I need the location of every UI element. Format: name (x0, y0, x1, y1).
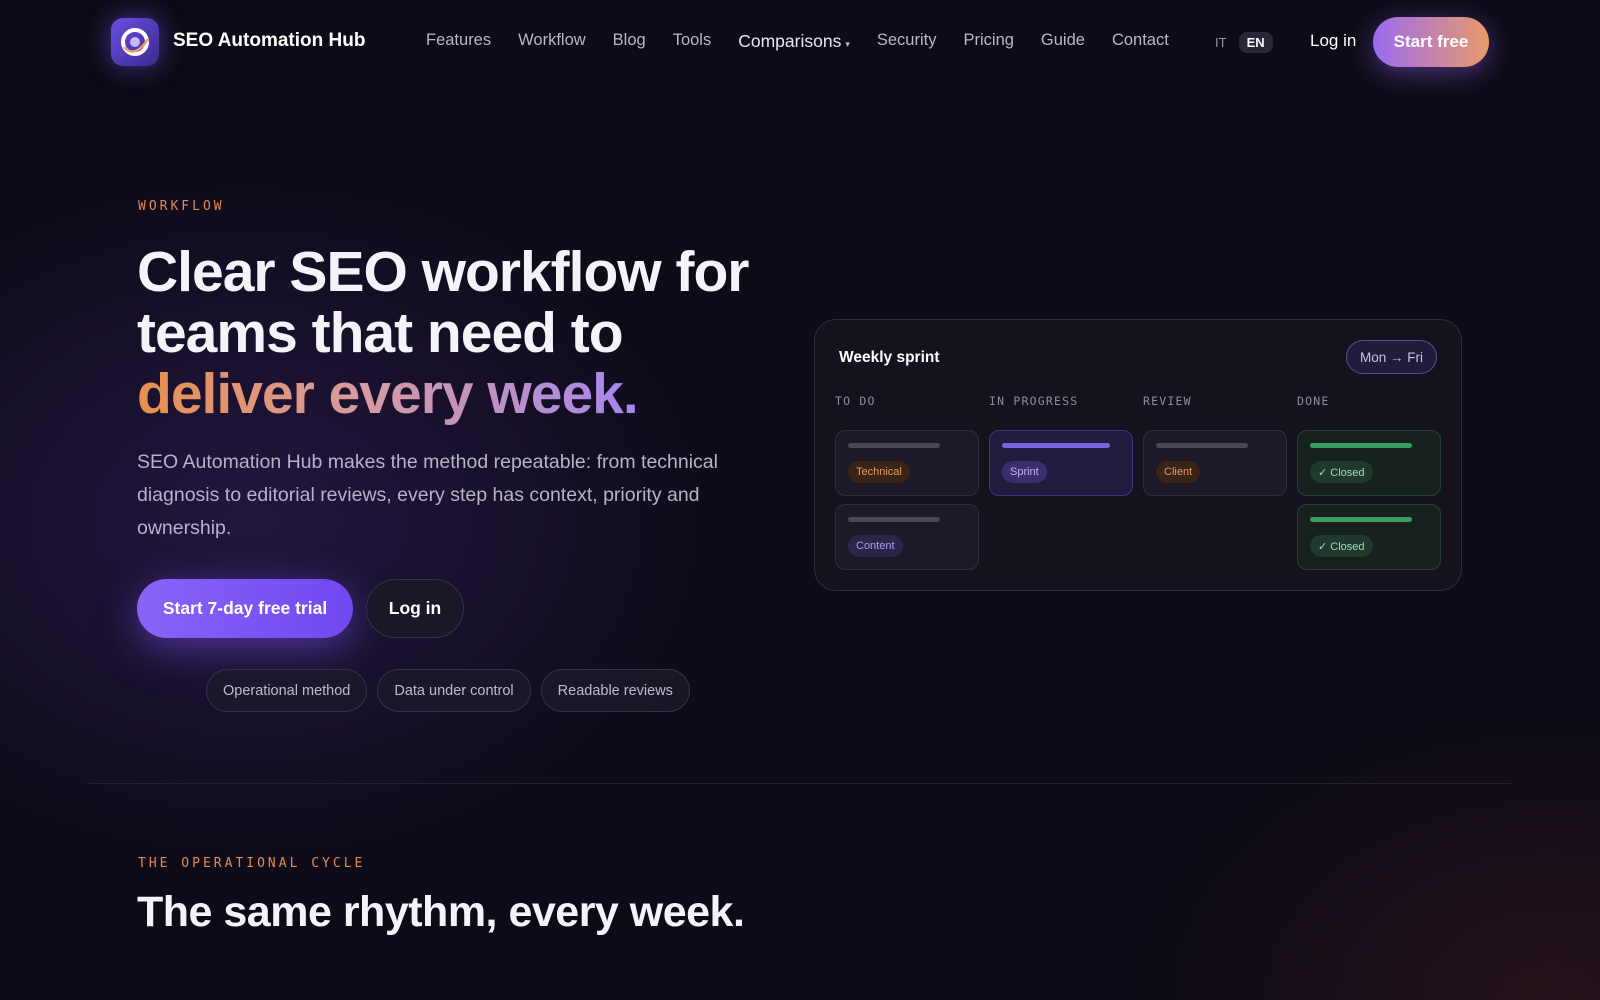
task-title-placeholder (848, 517, 940, 522)
column-label-todo: TO DO (835, 394, 876, 408)
task-title-placeholder (1310, 443, 1412, 448)
logo-icon (121, 28, 150, 56)
hero-title-line2: teams that need to (137, 301, 624, 365)
nav-link-security[interactable]: Security (877, 31, 937, 52)
lang-option-en[interactable]: EN (1238, 32, 1273, 53)
nav-link-features[interactable]: Features (426, 31, 491, 52)
task-title-placeholder (1310, 517, 1412, 522)
language-switcher: IT EN (1209, 32, 1273, 53)
section-divider (89, 783, 1511, 784)
chevron-down-icon: ▾ (845, 39, 850, 49)
weekly-sprint-card: Weekly sprint Mon → Fri TO DO IN PROGRES… (814, 319, 1462, 591)
task-title-placeholder (1156, 443, 1248, 448)
column-label-done: DONE (1297, 394, 1330, 408)
task-tag: Content (848, 535, 903, 557)
nav-link-pricing[interactable]: Pricing (963, 31, 1013, 52)
column-label-review: REVIEW (1143, 394, 1192, 408)
nav-link-workflow[interactable]: Workflow (518, 31, 586, 52)
chip-data-under-control: Data under control (377, 669, 531, 712)
hero-login-button[interactable]: Log in (366, 579, 464, 638)
nav-link-tools[interactable]: Tools (673, 31, 712, 52)
hero-title-line1: Clear SEO workflow for (137, 240, 749, 304)
task-card[interactable]: Sprint (989, 430, 1133, 496)
chip-operational-method: Operational method (206, 669, 368, 712)
task-tag: Sprint (1002, 461, 1047, 483)
task-tag: ✓ Closed (1310, 461, 1373, 483)
nav-link-contact[interactable]: Contact (1112, 31, 1169, 52)
nav-link-comparisons-label: Comparisons (738, 31, 842, 51)
start-trial-button[interactable]: Start 7-day free trial (137, 579, 353, 638)
hero-title-highlight: deliver every week. (137, 362, 639, 426)
hero-description: SEO Automation Hub makes the method repe… (137, 451, 718, 539)
nav-link-comparisons[interactable]: Comparisons ▾ (738, 31, 850, 52)
task-tag: Technical (848, 461, 910, 483)
task-tag: Client (1156, 461, 1201, 483)
task-title-placeholder (848, 443, 940, 448)
nav-links: Features Workflow Blog Tools Comparisons… (426, 31, 1196, 52)
column-label-in-progress: IN PROGRESS (989, 394, 1079, 408)
task-card[interactable]: Technical (835, 430, 979, 496)
section-eyebrow: THE OPERATIONAL CYCLE (138, 856, 366, 871)
start-free-button[interactable]: Start free (1373, 17, 1489, 67)
hero-title: Clear SEO workflow for teams that need t… (137, 242, 777, 425)
sprint-range-badge: Mon → Fri (1345, 340, 1437, 374)
section-title: The same rhythm, every week. (137, 888, 745, 936)
task-card[interactable]: ✓ Closed (1297, 430, 1441, 496)
brand-name[interactable]: SEO Automation Hub (173, 30, 365, 52)
nav-link-blog[interactable]: Blog (613, 31, 646, 52)
brand-logo[interactable] (111, 18, 159, 66)
hero-eyebrow: WORKFLOW (138, 199, 225, 214)
top-navigation: SEO Automation Hub Features Workflow Blo… (0, 0, 1600, 84)
task-card[interactable]: Client (1143, 430, 1287, 496)
task-title-placeholder (1002, 443, 1110, 448)
chip-readable-reviews: Readable reviews (540, 669, 690, 712)
sprint-title: Weekly sprint (839, 349, 940, 366)
task-card[interactable]: ✓ Closed (1297, 504, 1441, 570)
lang-option-it[interactable]: IT (1209, 33, 1233, 52)
task-tag: ✓ Closed (1310, 535, 1373, 557)
nav-login-link[interactable]: Log in (1310, 31, 1356, 51)
nav-link-guide[interactable]: Guide (1041, 31, 1085, 52)
feature-chips: Operational method Data under control Re… (206, 669, 690, 712)
task-card[interactable]: Content (835, 504, 979, 570)
